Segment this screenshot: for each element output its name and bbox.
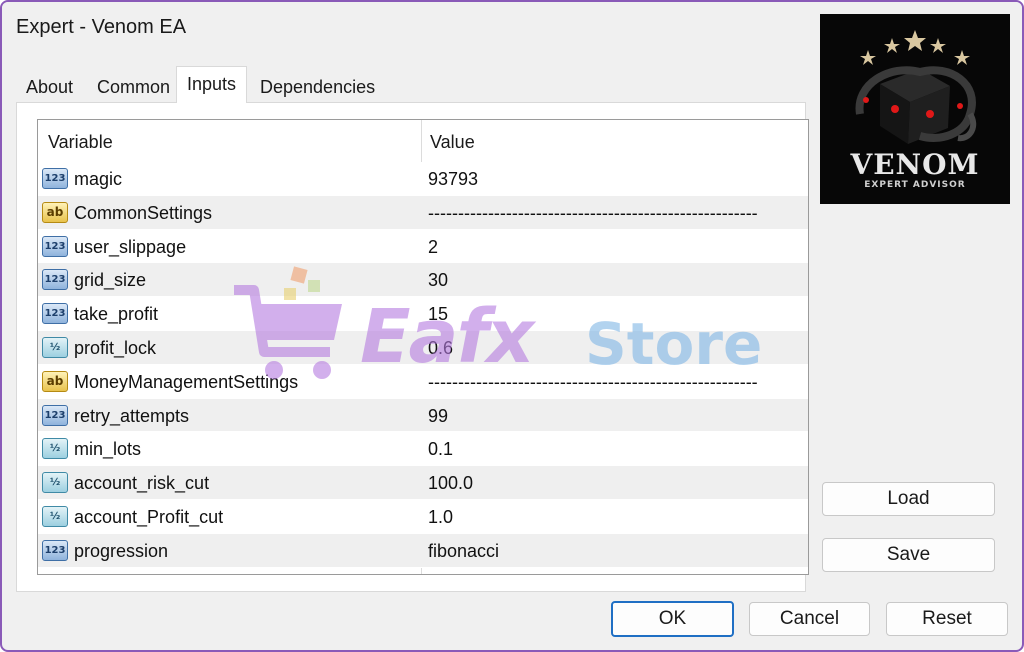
double-icon: ½ xyxy=(42,505,68,527)
variable-value[interactable]: 93793 xyxy=(428,162,478,196)
table-row[interactable]: 123 magic 93793 xyxy=(38,162,808,196)
star-icon xyxy=(884,38,900,53)
double-icon: ½ xyxy=(42,438,68,460)
variable-value[interactable]: 99 xyxy=(428,399,448,433)
ok-button[interactable]: OK xyxy=(611,601,734,637)
variable-name: account_risk_cut xyxy=(74,473,210,494)
variable-value[interactable]: 1.0 xyxy=(428,500,453,534)
table-row[interactable]: ½ account_Profit_cut 1.0 xyxy=(38,499,808,534)
variable-name: MoneyManagementSettings xyxy=(74,371,299,392)
grid-rows: 123 magic 93793 ab CommonSettings -----------… xyxy=(38,162,808,568)
grid-header: Variable Value xyxy=(38,120,808,162)
variable-value[interactable]: 15 xyxy=(428,297,448,331)
inputs-grid: Variable Value 123 magic 93793 ab CommonSett… xyxy=(37,119,809,575)
star-icon xyxy=(930,38,946,53)
star-icon xyxy=(904,30,926,51)
column-header-value[interactable]: Value xyxy=(430,120,475,162)
expert-dialog: Expert - Venom EA About Common Inputs De… xyxy=(0,0,1024,652)
variable-value[interactable]: 2 xyxy=(428,230,438,264)
tab-dependencies[interactable]: Dependencies xyxy=(250,72,385,102)
variable-name: magic xyxy=(74,169,123,189)
logo-title: VENOM xyxy=(850,148,980,181)
variable-name: min_lots xyxy=(74,439,142,460)
variable-name: profit_lock xyxy=(74,337,157,358)
int-icon: 123 xyxy=(42,303,68,325)
cancel-button[interactable]: Cancel xyxy=(749,602,870,636)
table-row[interactable]: ½ account_risk_cut 100.0 xyxy=(38,466,808,500)
double-icon: ½ xyxy=(42,336,68,358)
variable-value[interactable]: 30 xyxy=(428,263,448,297)
load-button[interactable]: Load xyxy=(822,482,995,516)
star-icon xyxy=(860,50,876,65)
int-icon: 123 xyxy=(42,404,68,426)
venom-logo: VENOM EXPERT ADVISOR xyxy=(820,14,1010,204)
tab-about[interactable]: About xyxy=(16,72,83,102)
int-icon: 123 xyxy=(42,269,68,291)
table-row[interactable]: 123 user_slippage 2 xyxy=(38,229,808,264)
double-icon: ½ xyxy=(42,472,68,494)
logo-subtitle: EXPERT ADVISOR xyxy=(864,180,966,190)
variable-value[interactable]: ----------------------------------------… xyxy=(428,365,758,399)
table-row[interactable]: 123 take_profit 15 xyxy=(38,297,808,331)
tab-inputs[interactable]: Inputs xyxy=(176,66,248,103)
string-icon: ab xyxy=(42,370,68,392)
variable-name: take_profit xyxy=(74,304,159,325)
table-row[interactable]: 123 progression fibonacci xyxy=(38,533,808,568)
reset-button[interactable]: Reset xyxy=(886,602,1008,636)
table-row[interactable]: ab CommonSettings ------------------------… xyxy=(38,195,808,230)
variable-value[interactable]: fibonacci xyxy=(428,534,499,568)
variable-name: CommonSettings xyxy=(74,202,213,223)
inputs-panel: Variable Value 123 magic 93793 ab CommonSett… xyxy=(16,102,809,592)
variable-name: progression xyxy=(74,540,169,561)
variable-value[interactable]: 0.1 xyxy=(428,432,453,466)
table-row[interactable]: ½ profit_lock 0.6 xyxy=(38,330,808,365)
tab-common[interactable]: Common xyxy=(87,72,180,102)
table-row[interactable]: ½ min_lots 0.1 xyxy=(38,432,808,467)
int-icon: 123 xyxy=(42,168,68,189)
column-header-variable[interactable]: Variable xyxy=(48,120,113,162)
window-title: Expert - Venom EA xyxy=(16,16,187,38)
variable-name: grid_size xyxy=(74,270,147,291)
variable-name: user_slippage xyxy=(74,236,187,257)
save-button[interactable]: Save xyxy=(822,538,995,572)
table-row[interactable]: 123 grid_size 30 xyxy=(38,263,808,298)
int-icon: 123 xyxy=(42,235,68,257)
string-icon: ab xyxy=(42,201,68,223)
variable-name: account_Profit_cut xyxy=(74,506,224,527)
variable-value[interactable]: ----------------------------------------… xyxy=(428,196,758,230)
int-icon: 123 xyxy=(42,539,68,561)
star-icon xyxy=(954,50,970,65)
variable-name: retry_attempts xyxy=(74,405,190,426)
table-row[interactable]: ab MoneyManagementSettings ---------------… xyxy=(38,364,808,399)
variable-value[interactable]: 100.0 xyxy=(428,466,473,500)
variable-value[interactable]: 0.6 xyxy=(428,331,453,365)
table-row[interactable]: 123 retry_attempts 99 xyxy=(38,398,808,433)
